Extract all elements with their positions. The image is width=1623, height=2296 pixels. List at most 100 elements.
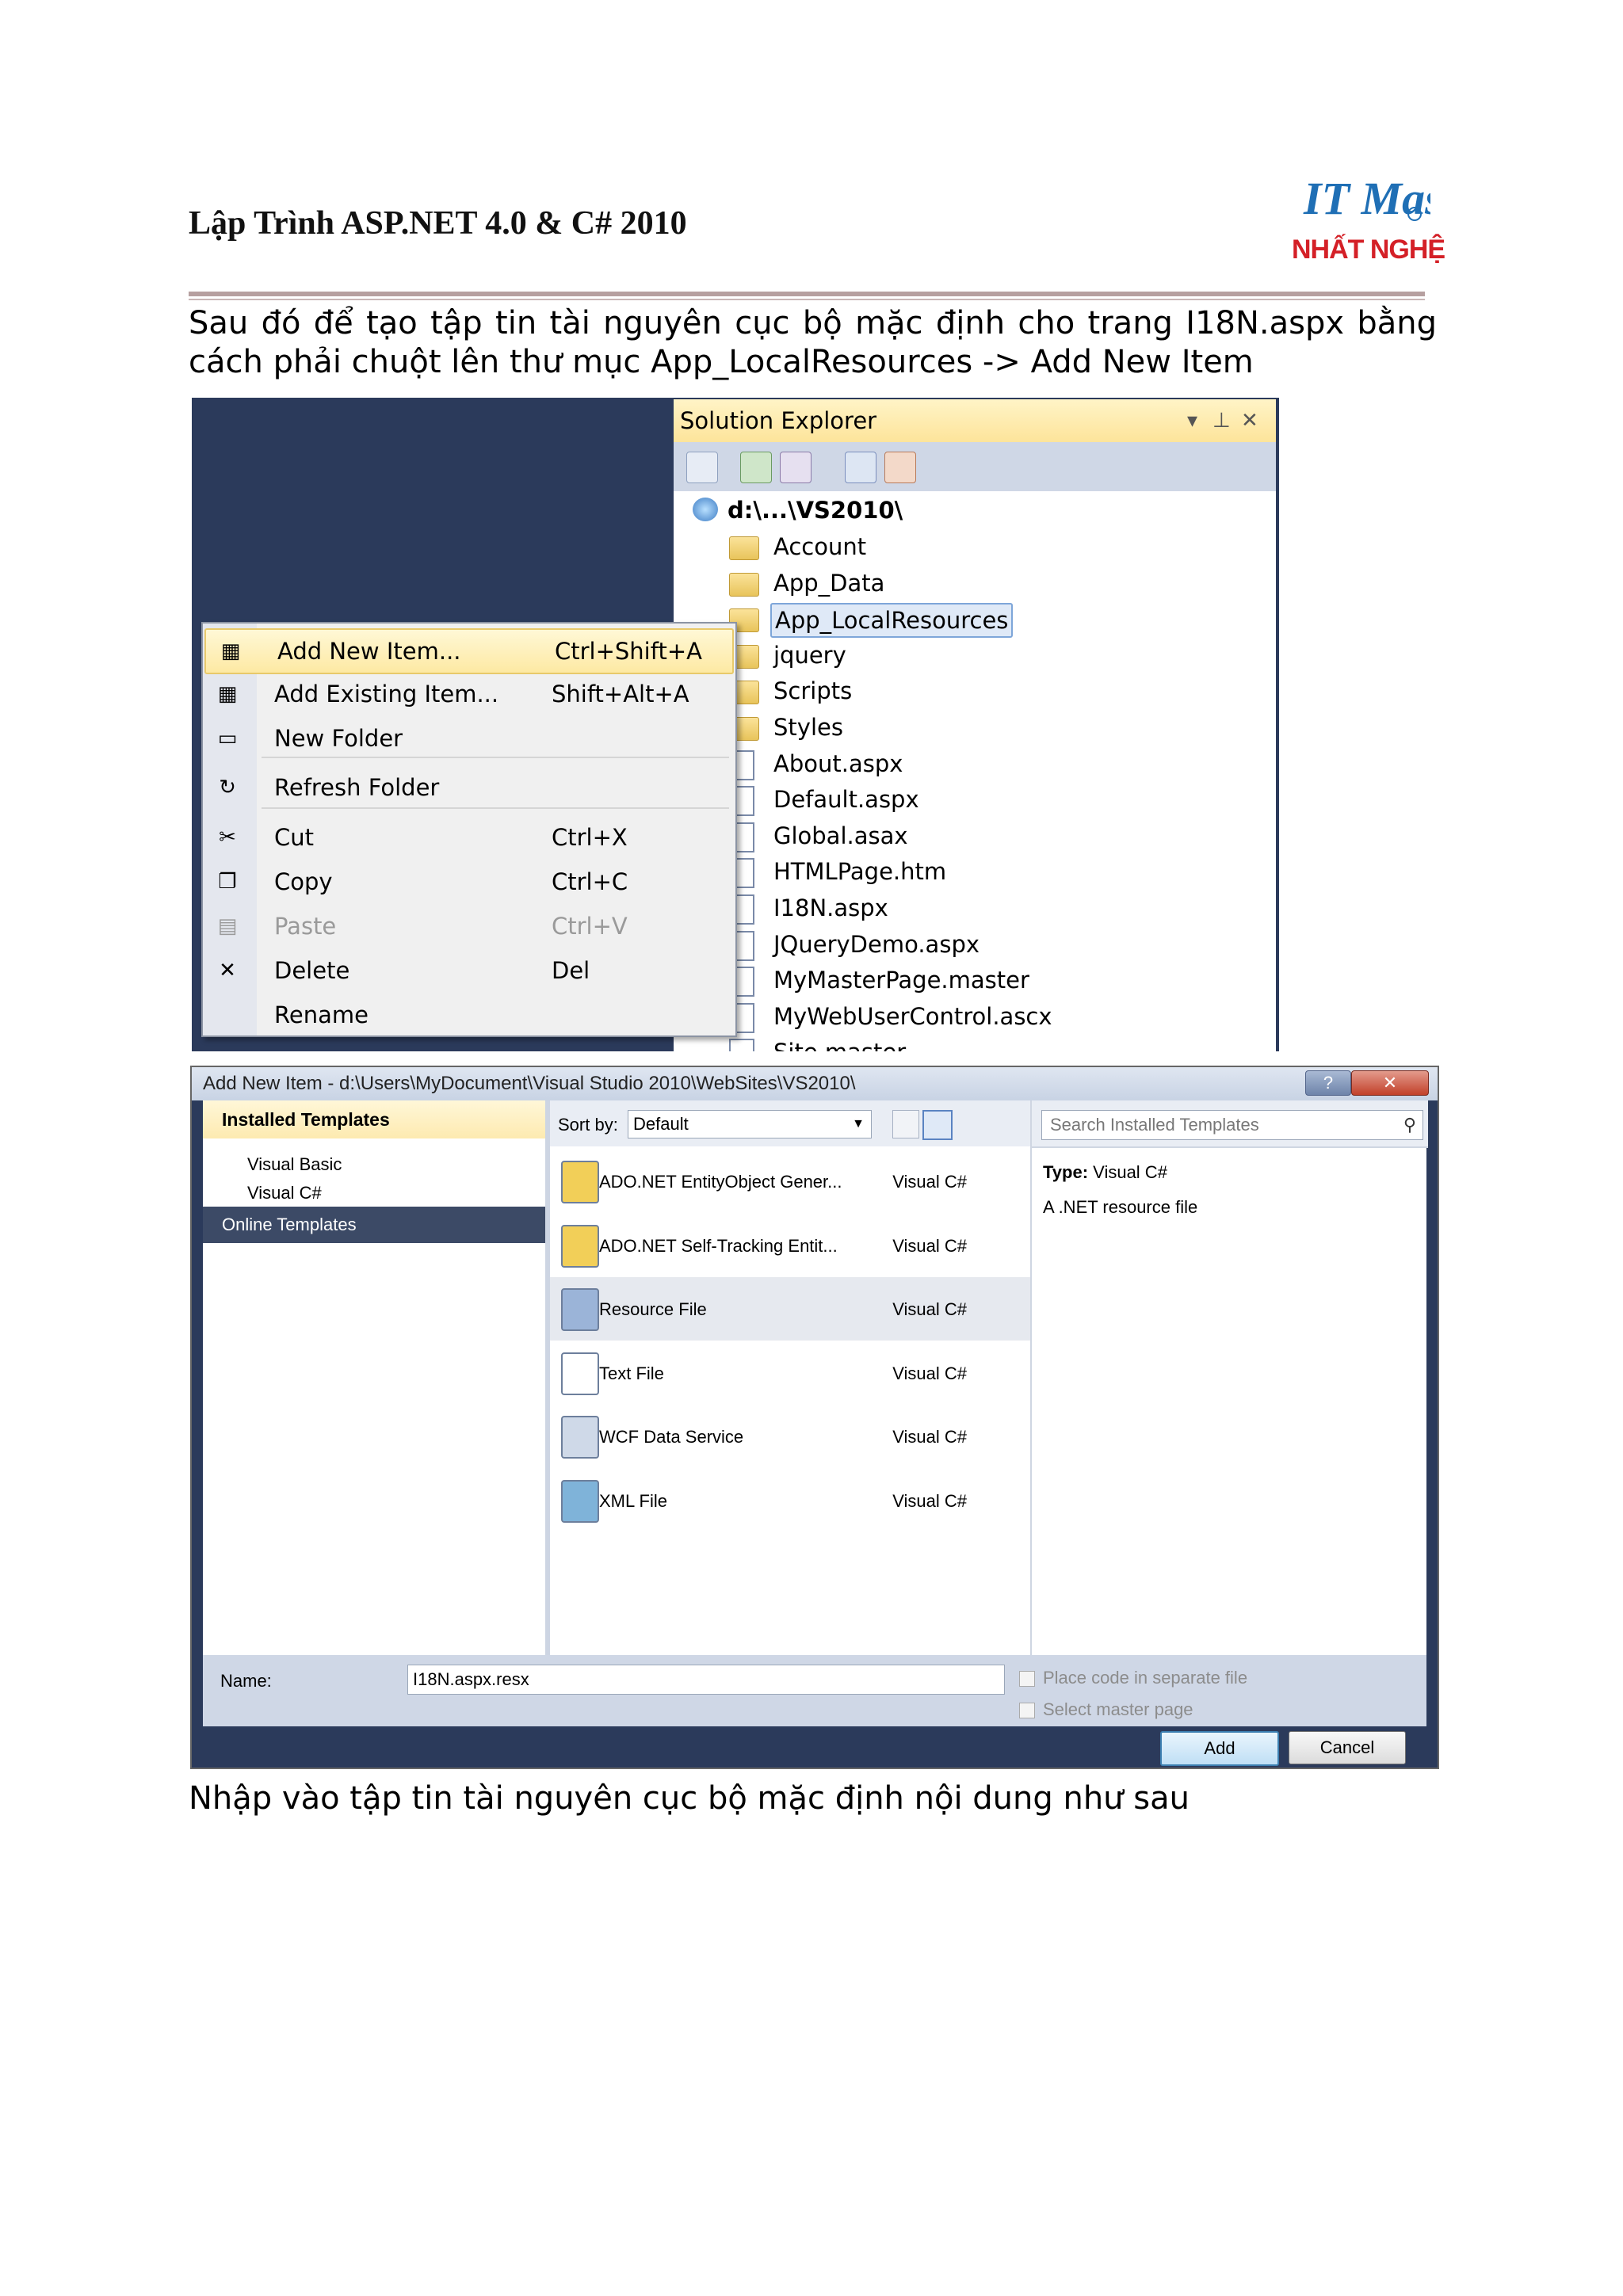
close-button[interactable]: ✕ xyxy=(1351,1070,1429,1096)
sort-dropdown[interactable]: Default ▼ xyxy=(628,1110,872,1138)
context-menu-item[interactable]: ↻ Refresh Folder xyxy=(203,766,735,809)
header-rule xyxy=(189,292,1425,296)
context-menu-shortcut: Ctrl+Shift+A xyxy=(555,638,702,665)
dropdown-icon[interactable]: ▾ xyxy=(1187,399,1197,442)
add-button-label: Add xyxy=(1204,1738,1235,1758)
template-row[interactable]: XML File Visual C# xyxy=(550,1469,1030,1532)
context-menu-shortcut: Ctrl+V xyxy=(552,913,628,940)
dialog-body: Installed Templates Visual Basic Visual … xyxy=(203,1100,1428,1726)
add-new-item-dialog: Add New Item - d:\Users\MyDocument\Visua… xyxy=(190,1066,1439,1769)
solution-explorer-panel: Solution Explorer ▾ ⊥ ✕ d:\...\VS2010\ A… xyxy=(674,399,1276,1051)
view-designer-icon[interactable] xyxy=(845,452,876,483)
name-input[interactable]: I18N.aspx.resx xyxy=(407,1665,1005,1695)
chevron-down-icon: ▼ xyxy=(852,1117,865,1131)
pin-icon[interactable]: ⊥ xyxy=(1212,399,1231,442)
template-name: ADO.NET EntityObject Gener... xyxy=(599,1172,842,1192)
menu-separator xyxy=(262,807,729,809)
type-line: Type: Visual C# xyxy=(1043,1162,1167,1183)
sort-label: Sort by: xyxy=(558,1115,618,1135)
tree-item-label: Default.aspx xyxy=(773,786,919,814)
template-icon xyxy=(561,1224,599,1268)
template-language: Visual C# xyxy=(892,1363,967,1383)
tree-item-label: jquery xyxy=(773,641,846,669)
header-rule-thin xyxy=(189,299,1425,300)
refresh-icon[interactable] xyxy=(740,452,772,483)
logo-text: NHẤT NGHỆ xyxy=(1292,235,1445,265)
context-menu-label: Add New Item... xyxy=(277,638,461,665)
tree-item-label: Global.asax xyxy=(773,822,908,849)
outro-paragraph: Nhập vào tập tin tài nguyên cục bộ mặc đ… xyxy=(189,1780,1190,1817)
document-title: Lập Trình ASP.NET 4.0 & C# 2010 xyxy=(189,205,687,242)
template-language: Visual C# xyxy=(892,1490,967,1511)
nest-files-icon[interactable] xyxy=(780,452,812,483)
template-name: Text File xyxy=(599,1363,664,1383)
context-menu-label: Rename xyxy=(274,1001,369,1028)
folder-icon: ▭ xyxy=(217,727,238,750)
properties-icon[interactable] xyxy=(686,452,718,483)
sort-value: Default xyxy=(633,1114,689,1134)
template-description: A .NET resource file xyxy=(1043,1197,1198,1217)
category-visual-csharp[interactable]: Visual C# xyxy=(247,1183,322,1203)
tree-item-label: Account xyxy=(773,533,867,560)
delete-icon: ✕ xyxy=(219,959,236,982)
installed-templates-label: Installed Templates xyxy=(222,1109,390,1130)
list-view-icon[interactable] xyxy=(922,1110,953,1140)
tree-item-label: Site.master xyxy=(770,1036,909,1051)
template-row[interactable]: ADO.NET Self-Tracking Entit... Visual C# xyxy=(550,1214,1030,1277)
context-menu-item[interactable]: ▤ Paste Ctrl+V xyxy=(203,905,735,948)
template-language: Visual C# xyxy=(892,1427,967,1447)
copy-website-icon[interactable] xyxy=(884,452,916,483)
help-button[interactable]: ? xyxy=(1305,1070,1351,1096)
template-categories: Installed Templates Visual Basic Visual … xyxy=(203,1100,550,1655)
template-row[interactable]: WCF Data Service Visual C# xyxy=(550,1405,1030,1468)
template-icon xyxy=(561,1288,599,1331)
template-language: Visual C# xyxy=(892,1235,967,1256)
context-menu-item[interactable]: ✂ Cut Ctrl+X xyxy=(203,816,735,859)
context-menu-item[interactable]: ▭ New Folder xyxy=(203,717,735,760)
context-menu-item[interactable]: ✕ Delete Del xyxy=(203,949,735,992)
folder-icon xyxy=(729,536,759,560)
online-templates-item[interactable]: Online Templates xyxy=(203,1207,545,1243)
small-icons-view-icon[interactable] xyxy=(892,1110,919,1138)
type-label: Type: xyxy=(1043,1162,1089,1182)
online-templates-label: Online Templates xyxy=(222,1215,357,1234)
scissors-icon: ✂ xyxy=(219,826,236,849)
context-menu-shortcut: Ctrl+X xyxy=(552,824,628,851)
folder-icon xyxy=(729,572,759,597)
cancel-button-label: Cancel xyxy=(1319,1737,1375,1757)
context-menu-item[interactable]: ▦ Add New Item... Ctrl+Shift+A xyxy=(204,628,734,674)
select-master-checkbox[interactable]: Select master page xyxy=(1019,1699,1193,1720)
copy-icon: ❐ xyxy=(218,870,237,894)
type-value: Visual C# xyxy=(1093,1162,1167,1182)
template-row[interactable]: Text File Visual C# xyxy=(550,1341,1030,1405)
context-menu-item[interactable]: ❐ Copy Ctrl+C xyxy=(203,860,735,903)
place-code-checkbox[interactable]: Place code in separate file xyxy=(1019,1668,1247,1688)
close-icon[interactable]: ✕ xyxy=(1241,399,1258,442)
dialog-title: Add New Item - d:\Users\MyDocument\Visua… xyxy=(203,1073,856,1094)
template-icon xyxy=(561,1416,599,1459)
tree-item-label: About.aspx xyxy=(773,749,903,777)
category-visual-basic[interactable]: Visual Basic xyxy=(247,1154,342,1175)
installed-templates-header[interactable]: Installed Templates xyxy=(203,1100,545,1138)
solution-explorer-titlebar: Solution Explorer ▾ ⊥ ✕ xyxy=(674,399,1276,442)
template-icon xyxy=(561,1352,599,1395)
file-icon xyxy=(729,1039,754,1051)
template-row[interactable]: ADO.NET EntityObject Gener... Visual C# xyxy=(550,1150,1030,1213)
refresh-icon: ↻ xyxy=(219,776,236,799)
solution-explorer-toolbar xyxy=(674,442,1276,491)
blank-icon xyxy=(214,1003,241,1027)
tree-item-label: MyWebUserControl.ascx xyxy=(773,1002,1052,1030)
tree-item-label: App_LocalResources xyxy=(770,603,1014,639)
tree-item-label: Scripts xyxy=(773,677,853,705)
template-row[interactable]: Resource File Visual C# xyxy=(550,1277,1030,1341)
add-item-icon: ▦ xyxy=(220,639,241,663)
place-code-label: Place code in separate file xyxy=(1043,1668,1248,1688)
context-menu-item[interactable]: Rename xyxy=(203,994,735,1036)
search-input[interactable]: Search Installed Templates ⚲ xyxy=(1041,1110,1423,1140)
name-value: I18N.aspx.resx xyxy=(413,1669,529,1689)
tree-item-label: HTMLPage.htm xyxy=(773,858,947,886)
template-name: XML File xyxy=(599,1490,667,1511)
context-menu-item[interactable]: ▦ Add Existing Item... Shift+Alt+A xyxy=(203,673,735,715)
cancel-button[interactable]: Cancel xyxy=(1289,1731,1406,1764)
add-button[interactable]: Add xyxy=(1160,1731,1279,1766)
